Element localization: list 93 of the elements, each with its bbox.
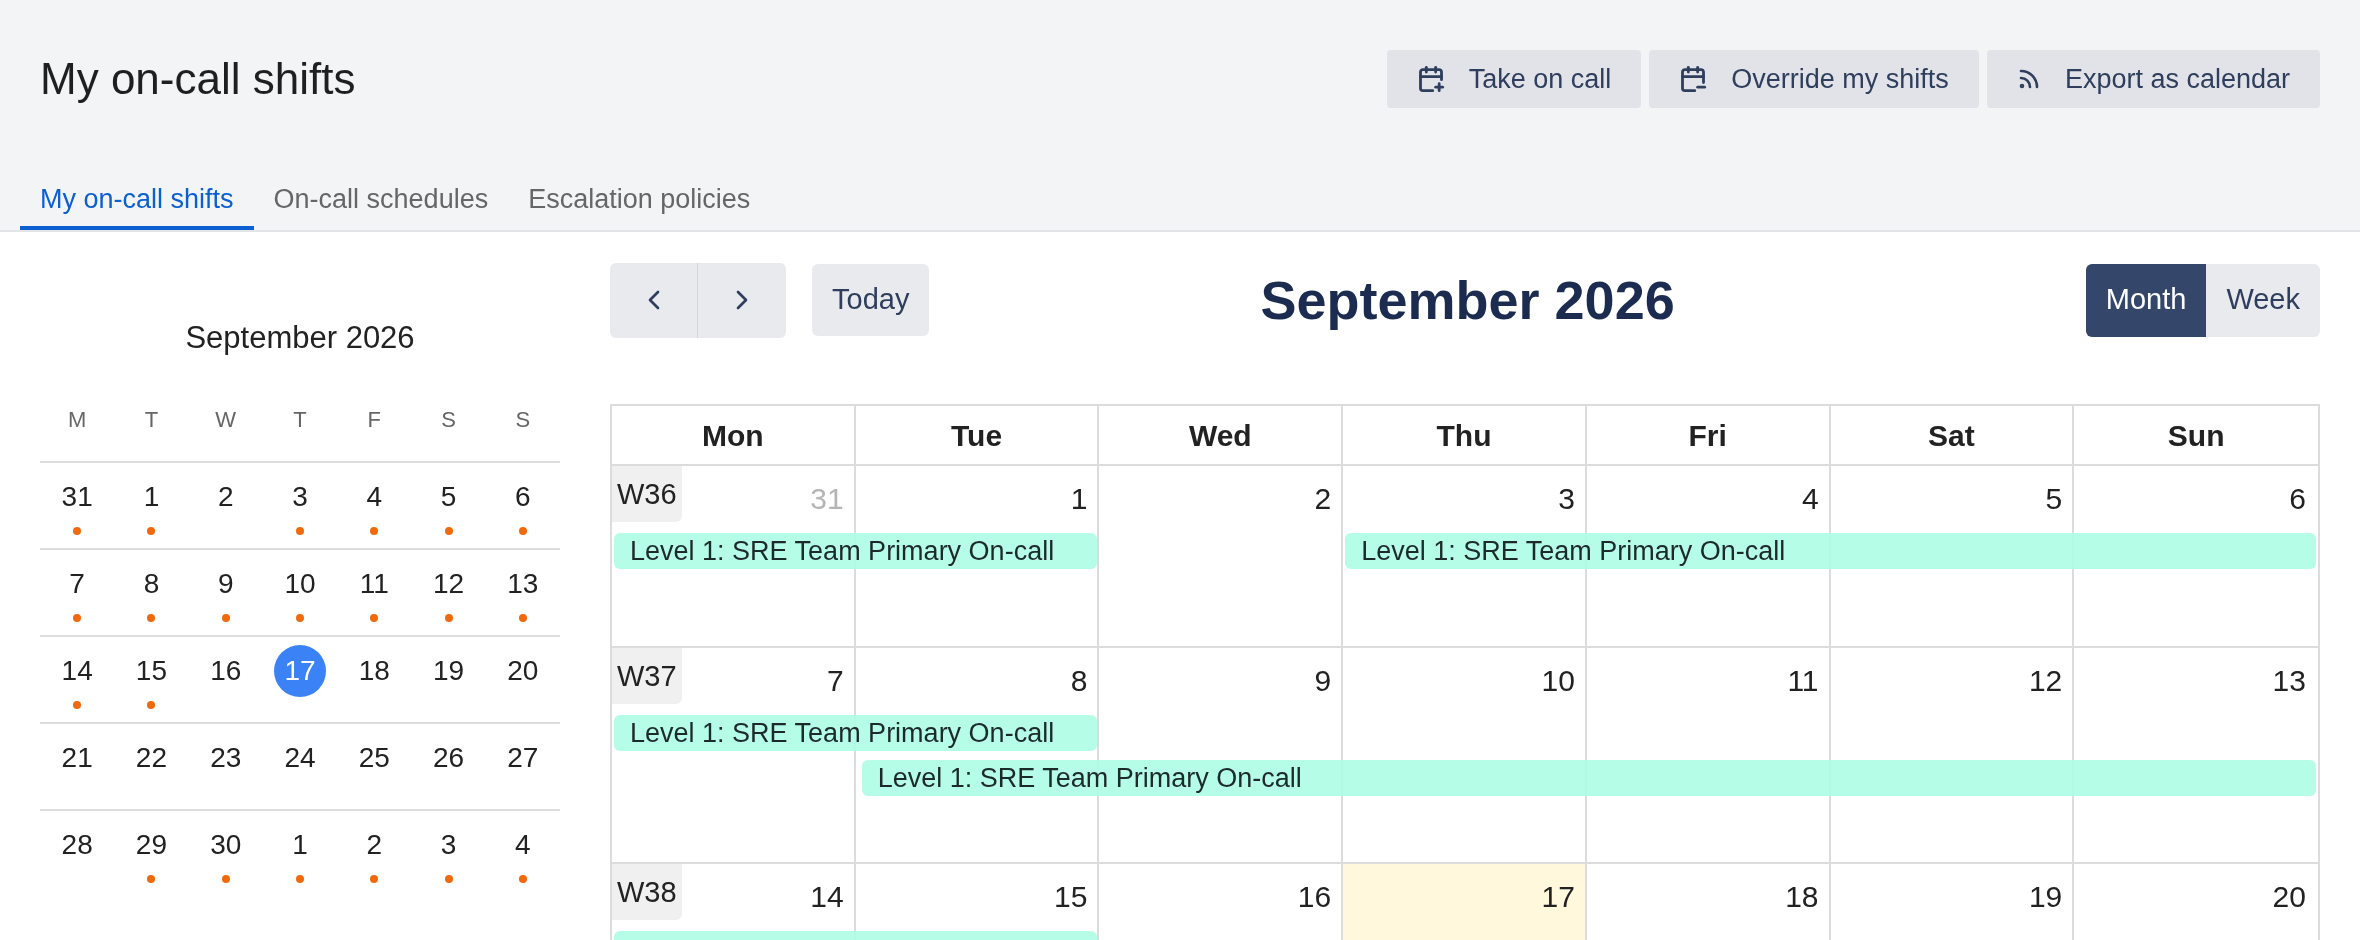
weekday-label: S [441,406,456,431]
shift-event[interactable]: Level 1: SRE Team Primary On-call [614,715,1098,751]
column-header: Sat [1928,417,1975,454]
date-number: 2 [1314,481,1332,517]
shift-event[interactable]: Level 1: SRE Team Primary On-call [614,533,1098,569]
day-number[interactable]: 14 [51,645,104,697]
day-number[interactable]: 6 [496,471,549,523]
day-number[interactable]: 18 [348,645,401,697]
day-number[interactable]: 30 [199,819,252,871]
date-number: 15 [1054,879,1088,915]
day-number[interactable]: 13 [496,558,549,610]
week-number: W38 [612,864,682,920]
day-number[interactable]: 17 [274,645,326,697]
date-number: 9 [1314,663,1332,699]
date-number: 5 [2045,481,2063,517]
weekday-label: T [293,406,307,431]
day-number[interactable]: 1 [125,471,178,523]
week-number: W36 [612,466,682,522]
column-header: Mon [702,417,764,454]
day-number[interactable]: 15 [125,645,178,697]
today-button[interactable]: Today [812,264,930,336]
date-number: 14 [810,879,844,915]
day-number[interactable]: 8 [125,558,178,610]
day-number[interactable]: 3 [422,819,475,871]
date-number: 31 [810,481,844,517]
weekday-label: T [144,406,159,431]
column-header: Sun [2167,417,2225,454]
day-number[interactable]: 22 [125,732,178,784]
column-header: Tue [951,417,1003,454]
date-number: 17 [1541,879,1575,915]
day-number[interactable]: 10 [274,558,326,610]
day-number[interactable]: 20 [496,645,549,697]
action-button[interactable]: Export as calendar [1986,50,2320,108]
date-number: 13 [2272,663,2306,699]
action-button[interactable]: Take on call [1386,50,1642,108]
day-number[interactable]: 27 [496,732,549,784]
date-number: 8 [1070,663,1088,699]
column-header: Fri [1688,417,1727,454]
tab[interactable]: My on-call shifts [20,172,254,230]
day-number[interactable]: 1 [274,819,326,871]
next-button[interactable] [698,262,786,338]
column-header: Thu [1436,417,1492,454]
weekday-label: S [515,406,531,431]
day-number[interactable]: 11 [348,558,401,610]
date-number: 6 [2289,481,2306,517]
day-number[interactable]: 23 [199,732,252,784]
previous-button[interactable] [610,262,698,338]
week-number: W37 [612,648,682,704]
shift-event[interactable]: Level 1: SRE Team Primary On-call [1345,533,2316,569]
calendar-title: September 2026 [1260,268,1675,332]
day-number[interactable]: 28 [51,819,104,871]
date-number: 16 [1297,879,1332,915]
tab[interactable]: Escalation policies [508,172,771,230]
view-toggle[interactable]: Month [2085,263,2207,337]
date-number: 12 [2028,663,2063,699]
day-number[interactable]: 7 [51,558,104,610]
tab[interactable]: On-call schedules [253,172,509,230]
date-number: 19 [2028,879,2063,915]
date-number: 11 [1787,663,1819,699]
calendar-minus-icon [1679,65,1708,93]
month-title: September 2026 [184,319,416,357]
day-number[interactable]: 3 [274,471,326,523]
view-toggle[interactable]: Week [2206,263,2320,337]
day-number[interactable]: 24 [274,732,326,784]
day-number[interactable]: 4 [496,819,549,871]
action-button[interactable]: Override my shifts [1649,50,1979,108]
day-number[interactable]: 31 [51,471,104,523]
day-number[interactable]: 4 [348,471,401,523]
day-number[interactable]: 26 [422,732,475,784]
weekday-label: F [367,406,381,431]
day-number[interactable]: 9 [199,558,252,610]
day-number[interactable]: 12 [422,558,475,610]
calendar-plus-icon [1416,65,1445,93]
column-header: Wed [1188,417,1252,454]
date-number: 7 [827,663,844,699]
page-title: My on-call shifts [40,53,356,105]
date-number: 10 [1541,663,1575,699]
weekday-label: W [215,406,237,431]
day-number[interactable]: 5 [422,471,475,523]
day-number[interactable]: 21 [51,732,104,784]
date-number: 18 [1785,879,1819,915]
shift-event[interactable]: Level 1: SRE Team Primary On-call [861,760,2316,796]
day-number[interactable]: 29 [125,819,178,871]
day-number[interactable]: 16 [199,645,252,697]
day-number[interactable]: 2 [348,819,401,871]
weekday-label: M [67,406,87,431]
date-number: 1 [1070,481,1088,517]
day-number[interactable]: 25 [348,732,401,784]
date-number: 20 [2272,879,2306,915]
date-number: 3 [1558,481,1575,517]
day-number[interactable]: 2 [199,471,252,523]
day-number[interactable]: 19 [422,645,475,697]
date-number: 4 [1801,481,1819,517]
